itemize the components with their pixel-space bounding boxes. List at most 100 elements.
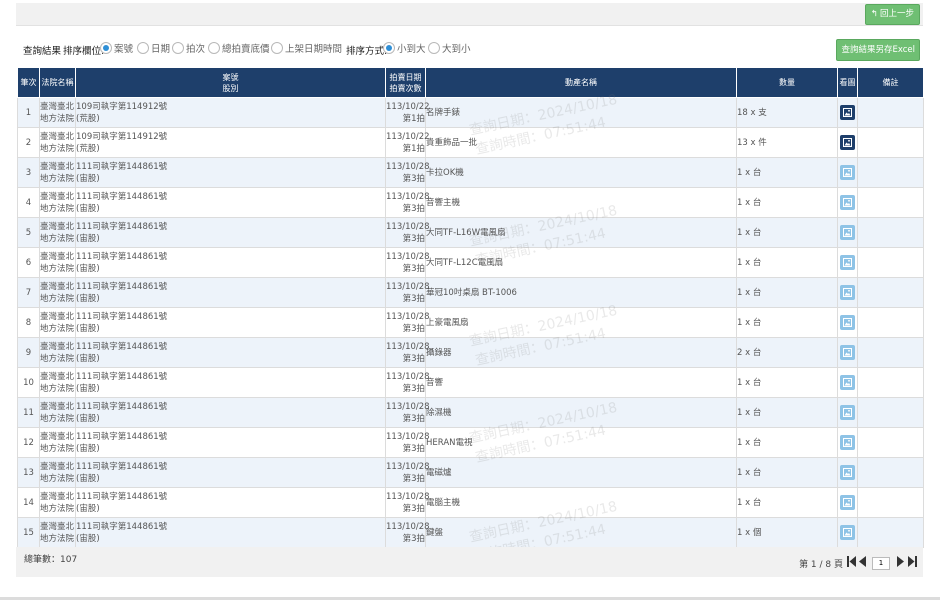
row-index: 2	[17, 127, 40, 158]
court-line1: 臺灣臺北	[40, 341, 75, 352]
auction-round: 第3拍	[402, 473, 425, 484]
item-name-link[interactable]: 電磁爐	[425, 457, 737, 488]
item-name-link[interactable]: 卡拉OK機	[425, 157, 737, 188]
picture-icon[interactable]	[840, 135, 855, 150]
case-number: 111司執字第144861號	[76, 311, 168, 322]
court-cell: 臺灣臺北 地方法院	[39, 337, 76, 368]
sort-field-case-radio[interactable]: 案號	[100, 41, 133, 55]
auction-date: 113/10/28	[386, 191, 430, 202]
col-qty-header[interactable]: 數量	[736, 67, 838, 98]
sort-field-price-radio[interactable]: 總拍賣底價	[208, 41, 270, 55]
sort-field-date-radio[interactable]: 日期	[137, 41, 170, 55]
quantity-cell: 1 x 個	[736, 517, 838, 548]
case-number: 111司執字第144861號	[76, 221, 168, 232]
case-cell: 111司執字第144861號 (宙股)	[75, 487, 386, 518]
table-header-row: 筆次 法院名稱 案號 股別 拍賣日期 拍賣次數 動產名稱 數量 看圖 備註	[17, 67, 924, 98]
case-division: (宙股)	[76, 443, 100, 454]
court-line1: 臺灣臺北	[40, 281, 75, 292]
item-name-link[interactable]: 除濕機	[425, 397, 737, 428]
auction-date: 113/10/28	[386, 461, 430, 472]
case-division: (荒股)	[76, 113, 100, 124]
picture-icon[interactable]	[840, 435, 855, 450]
auction-date-cell: 113/10/22 第1拍	[385, 97, 430, 128]
item-name-link[interactable]: 貴重飾品一批	[425, 127, 737, 158]
item-name-link[interactable]: 華冠10吋桌扇 BT-1006	[425, 277, 737, 308]
row-index: 14	[17, 487, 40, 518]
picture-icon[interactable]	[840, 255, 855, 270]
page-number-input[interactable]	[872, 556, 890, 570]
picture-icon[interactable]	[840, 105, 855, 120]
auction-round: 第3拍	[402, 443, 425, 454]
radio-selected-icon	[100, 42, 112, 54]
case-cell: 111司執字第144861號 (宙股)	[75, 307, 386, 338]
top-toolbar: ↰ 回上一步	[16, 3, 923, 26]
picture-icon[interactable]	[840, 465, 855, 480]
col-date-header[interactable]: 拍賣日期 拍賣次數	[385, 67, 426, 98]
first-page-icon[interactable]	[847, 556, 856, 570]
picture-icon[interactable]	[840, 495, 855, 510]
radio-label: 上架日期時間	[285, 44, 343, 55]
pagination: 第 1 / 8 頁	[799, 556, 917, 570]
auction-round: 第3拍	[402, 413, 425, 424]
picture-icon[interactable]	[840, 345, 855, 360]
col-index-header[interactable]: 筆次	[17, 67, 40, 98]
auction-date-cell: 113/10/28 第3拍	[385, 367, 430, 398]
court-line2: 地方法院	[40, 383, 75, 394]
item-name-link[interactable]: HERAN電視	[425, 427, 737, 458]
item-name-link[interactable]: 大同TF-L12C電風扇	[425, 247, 737, 278]
court-line2: 地方法院	[40, 353, 75, 364]
picture-icon[interactable]	[840, 375, 855, 390]
quantity-cell: 18 x 支	[736, 97, 838, 128]
auction-round: 第3拍	[402, 533, 425, 544]
item-name-link[interactable]: 電腦主機	[425, 487, 737, 518]
row-index: 4	[17, 187, 40, 218]
next-page-icon[interactable]	[897, 556, 904, 570]
sort-order-asc-radio[interactable]: 小到大	[383, 41, 426, 55]
item-name-link[interactable]: 攝錄器	[425, 337, 737, 368]
sort-field-round-radio[interactable]: 拍次	[172, 41, 205, 55]
court-line2: 地方法院	[40, 323, 75, 334]
table-row: 8 臺灣臺北 地方法院 111司執字第144861號 (宙股) 113/10/28 第3拍上…	[17, 307, 924, 338]
item-name-link[interactable]: 鍵盤	[425, 517, 737, 548]
item-name-link[interactable]: 名牌手錶	[425, 97, 737, 128]
sort-bar: 查詢結果 排序欄位: 案號 日期 拍次 總拍賣底價 上架日期時間 排序方式: 小…	[16, 37, 923, 63]
item-name-link[interactable]: 大同TF-L16W電風扇	[425, 217, 737, 248]
sort-field-listed-time-radio[interactable]: 上架日期時間	[271, 41, 342, 55]
col-court-header[interactable]: 法院名稱	[39, 67, 76, 98]
auction-date-cell: 113/10/28 第3拍	[385, 517, 430, 548]
case-cell: 111司執字第144861號 (宙股)	[75, 337, 386, 368]
table-row: 14 臺灣臺北 地方法院 111司執字第144861號 (宙股) 113/10/28 第3拍…	[17, 487, 924, 518]
export-excel-button[interactable]: 查詢結果另存Excel	[836, 39, 920, 61]
item-name-link[interactable]: 音響主機	[425, 187, 737, 218]
radio-icon	[271, 42, 283, 54]
last-page-icon[interactable]	[908, 556, 917, 570]
picture-icon[interactable]	[840, 405, 855, 420]
picture-icon[interactable]	[840, 165, 855, 180]
item-name-link[interactable]: 上豪電風扇	[425, 307, 737, 338]
auction-round: 第3拍	[402, 263, 425, 274]
court-line2: 地方法院	[40, 413, 75, 424]
prev-page-icon[interactable]	[859, 556, 866, 570]
row-index: 7	[17, 277, 40, 308]
col-case-header[interactable]: 案號 股別	[75, 67, 386, 98]
picture-icon[interactable]	[840, 225, 855, 240]
case-cell: 111司執字第144861號 (宙股)	[75, 397, 386, 428]
auction-round: 第3拍	[402, 203, 425, 214]
sort-order-desc-radio[interactable]: 大到小	[428, 41, 471, 55]
auction-date: 113/10/28	[386, 251, 430, 262]
auction-date-cell: 113/10/28 第3拍	[385, 487, 430, 518]
row-index: 12	[17, 427, 40, 458]
case-cell: 111司執字第144861號 (宙股)	[75, 157, 386, 188]
col-item-header[interactable]: 動產名稱	[425, 67, 737, 98]
picture-icon[interactable]	[840, 525, 855, 540]
case-cell: 111司執字第144861號 (宙股)	[75, 427, 386, 458]
image-cell	[837, 367, 858, 398]
picture-icon[interactable]	[840, 195, 855, 210]
back-button[interactable]: ↰ 回上一步	[864, 4, 920, 25]
auction-date-cell: 113/10/28 第3拍	[385, 247, 430, 278]
picture-icon[interactable]	[840, 315, 855, 330]
note-cell	[857, 397, 924, 428]
picture-icon[interactable]	[840, 285, 855, 300]
case-cell: 111司執字第144861號 (宙股)	[75, 457, 386, 488]
item-name-link[interactable]: 音響	[425, 367, 737, 398]
